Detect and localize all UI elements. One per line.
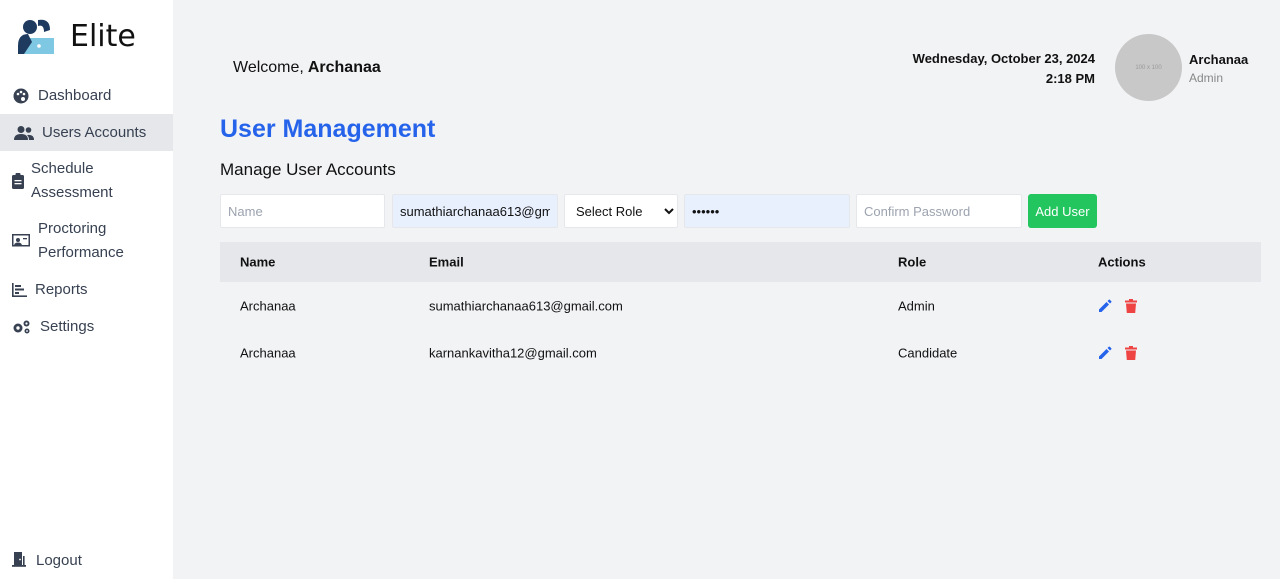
table-row: Archanaa sumathiarchanaa613@gmail.com Ad… — [220, 282, 1261, 329]
clipboard-icon — [12, 172, 24, 190]
header-user-role: Admin — [1189, 71, 1224, 85]
confirm-password-input[interactable] — [856, 194, 1022, 228]
sidebar-item-label-line2: Assessment — [31, 184, 113, 201]
sidebar: Elite Dashboard Users Accounts Schedule … — [0, 0, 173, 579]
column-header-email: Email — [429, 254, 464, 270]
welcome-message: Welcome, Archanaa — [233, 59, 381, 77]
email-input[interactable] — [392, 194, 558, 228]
sidebar-item-reports[interactable]: Reports — [0, 271, 173, 308]
bar-chart-icon — [12, 281, 27, 299]
sidebar-item-label: Settings — [40, 317, 95, 335]
sidebar-item-label-wrap: Schedule Assessment — [31, 157, 113, 205]
table-header: Name Email Role Actions — [220, 242, 1261, 282]
brand-logo[interactable]: Elite — [16, 16, 136, 56]
users-icon — [14, 124, 34, 142]
brand-name: Elite — [70, 18, 136, 54]
sidebar-item-label: Reports — [35, 280, 88, 298]
sidebar-item-label: Users Accounts — [42, 123, 147, 141]
sidebar-item-proctoring-performance[interactable]: Proctoring Performance — [0, 211, 173, 271]
sidebar-item-label-line2: Performance — [38, 244, 124, 261]
column-header-actions: Actions — [1098, 254, 1146, 270]
welcome-username: Archanaa — [307, 59, 381, 76]
sidebar-item-settings[interactable]: Settings — [0, 308, 173, 345]
column-header-role: Role — [898, 254, 927, 270]
cell-role: Candidate — [898, 345, 958, 360]
edit-icon[interactable] — [1098, 345, 1112, 360]
logo-icon — [18, 19, 54, 54]
logout-link[interactable]: Logout — [12, 551, 82, 569]
sidebar-item-dashboard[interactable]: Dashboard — [0, 77, 173, 114]
section-title: Manage User Accounts — [220, 160, 396, 179]
cell-role: Admin — [898, 298, 935, 313]
avatar-placeholder-text: 100 x 100 — [1135, 64, 1162, 71]
welcome-label: Welcome, — [233, 59, 304, 76]
sidebar-nav: Dashboard Users Accounts Schedule Assess… — [0, 77, 173, 345]
header-user-name: Archanaa — [1189, 52, 1249, 67]
monitor-user-icon — [12, 232, 30, 250]
role-select[interactable]: Select Role — [564, 194, 678, 228]
password-input[interactable] — [684, 194, 850, 228]
sidebar-item-label-line1: Proctoring — [38, 220, 107, 237]
sidebar-item-label-line1: Schedule — [31, 160, 94, 177]
sidebar-item-users-accounts[interactable]: Users Accounts — [0, 114, 173, 151]
edit-icon[interactable] — [1098, 298, 1112, 313]
add-user-button[interactable]: Add User — [1028, 194, 1097, 228]
cell-name: Archanaa — [240, 298, 296, 313]
palette-icon — [12, 87, 30, 105]
cell-actions — [1098, 298, 1138, 313]
cell-email: karnankavitha12@gmail.com — [429, 345, 597, 360]
avatar[interactable]: 100 x 100 — [1115, 34, 1182, 101]
current-date: Wednesday, October 23, 2024 — [912, 51, 1095, 66]
page-title: User Management — [220, 115, 436, 143]
gears-icon — [12, 318, 32, 336]
table-row: Archanaa karnankavitha12@gmail.com Candi… — [220, 329, 1261, 376]
sidebar-item-schedule-assessment[interactable]: Schedule Assessment — [0, 151, 173, 211]
cell-email: sumathiarchanaa613@gmail.com — [429, 298, 623, 313]
name-input[interactable] — [220, 194, 385, 228]
logout-icon — [12, 551, 30, 569]
date-time: Wednesday, October 23, 2024 2:18 PM — [913, 49, 1095, 89]
sidebar-item-label-wrap: Proctoring Performance — [38, 217, 124, 265]
delete-icon[interactable] — [1124, 345, 1138, 360]
current-time: 2:18 PM — [1045, 71, 1095, 86]
users-table: Name Email Role Actions Archanaa sumathi… — [220, 242, 1261, 376]
logout-label: Logout — [36, 551, 82, 569]
column-header-name: Name — [240, 254, 276, 270]
sidebar-item-label: Dashboard — [38, 86, 112, 104]
delete-icon[interactable] — [1124, 298, 1138, 313]
cell-actions — [1098, 345, 1138, 360]
cell-name: Archanaa — [240, 345, 296, 360]
